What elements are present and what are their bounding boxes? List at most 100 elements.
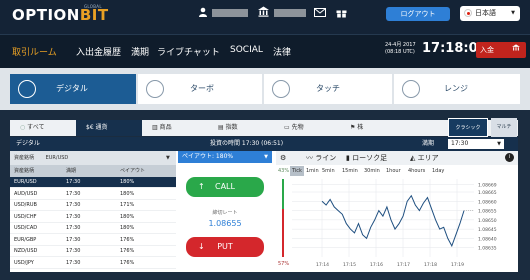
- asset-row-payout: 171%: [120, 202, 135, 208]
- chevron-down-icon: ▼: [511, 10, 515, 16]
- bank-icon[interactable]: [258, 6, 269, 20]
- asset-row-expiry: 17:30: [66, 236, 81, 243]
- nav-item-legal[interactable]: 法律: [273, 45, 291, 58]
- nav-item-social[interactable]: SOCIAL: [230, 45, 263, 55]
- brand-logo[interactable]: OPTIONBIT GLOBAL: [12, 4, 109, 24]
- asset-row-asset: USD/CAD: [14, 225, 38, 231]
- multi-view-button[interactable]: マルチ: [491, 118, 517, 137]
- asset-row[interactable]: USD/CAD 17:30 180%: [10, 223, 176, 234]
- asset-row-payout: 180%: [120, 225, 135, 231]
- mail-icon[interactable]: [314, 8, 326, 19]
- rate-label: 締切レート: [212, 210, 238, 216]
- turbo-icon: [146, 80, 164, 98]
- interval-tick[interactable]: Tick: [290, 166, 304, 176]
- logout-button[interactable]: ログアウト: [386, 7, 450, 21]
- tab-indices[interactable]: ▤ 指数: [208, 120, 274, 136]
- language-select[interactable]: 日本語 ▼: [460, 6, 520, 21]
- rate-value: 1.08655: [208, 219, 242, 228]
- tab-futures[interactable]: ▭ 先物: [274, 120, 340, 136]
- asset-row-expiry: 17:30: [66, 225, 81, 231]
- info-icon[interactable]: i: [505, 153, 514, 162]
- interval-4hours[interactable]: 4hours: [408, 166, 425, 176]
- tab-range[interactable]: レンジ: [394, 74, 520, 104]
- chevron-down-icon: ▼: [497, 141, 501, 147]
- call-sentiment-bar: [282, 179, 284, 209]
- tab-commodities[interactable]: ▥ 商品: [142, 120, 208, 136]
- chart-toolbar: ⚙ 〰 ライン ▮ ローソク足 ◭ エリア i: [276, 151, 518, 165]
- classic-view-button[interactable]: クラシック: [448, 118, 488, 137]
- tab-touch[interactable]: タッチ: [264, 74, 392, 104]
- japan-flag-icon: [464, 9, 472, 17]
- y-tick-label: 1.08665: [478, 190, 497, 196]
- settings-icon[interactable]: ⚙: [280, 151, 286, 165]
- username-field: [212, 9, 248, 17]
- y-tick-label: 1.08645: [478, 227, 497, 233]
- futures-icon: ▭: [284, 124, 292, 131]
- asset-row[interactable]: EUR/GBP 17:30 176%: [10, 235, 176, 246]
- arrow-down-icon: ↓: [198, 242, 205, 251]
- tab-turbo[interactable]: ターボ: [138, 74, 262, 104]
- asset-row[interactable]: USD/CHF 17:30 180%: [10, 212, 176, 223]
- asset-row-asset: USD/CHF: [14, 213, 37, 220]
- touch-icon: [272, 80, 290, 98]
- call-button[interactable]: ↑ CALL: [186, 177, 264, 197]
- put-button[interactable]: ↓ PUT: [186, 237, 264, 257]
- line-chart-button[interactable]: 〰 ライン: [306, 151, 336, 165]
- gift-icon[interactable]: [336, 7, 347, 20]
- user-icon[interactable]: [198, 7, 208, 20]
- language-label: 日本語: [475, 9, 496, 17]
- asset-row[interactable]: EUR/USD 17:30 180%: [10, 177, 176, 188]
- nav-item-history[interactable]: 入出金履歴: [76, 45, 121, 58]
- put-sentiment-bar: [282, 209, 284, 257]
- trading-panel: デジタル 投資の時間 17:30 (06:51) 満期 17:30 ▼ 資産銘柄…: [10, 137, 518, 272]
- asset-filter[interactable]: 資産銘柄 EUR/USD ▼: [10, 151, 176, 165]
- investment-time: 投資の時間 17:30 (06:51): [210, 140, 284, 147]
- area-chart-button[interactable]: ◭ エリア: [410, 151, 439, 165]
- deposit-label: 入金: [480, 46, 494, 54]
- nav-item-expiry[interactable]: 満期: [131, 45, 149, 58]
- commodities-icon: ▥: [152, 124, 160, 131]
- tab-currency[interactable]: $€ 通貨: [76, 120, 142, 136]
- asset-row-expiry: 17:30: [66, 202, 81, 208]
- tab-digital[interactable]: デジタル: [10, 74, 136, 104]
- asset-table-header: 資産銘柄 満期 ペイアウト: [10, 165, 176, 177]
- indices-icon: ▤: [218, 124, 226, 131]
- arrow-up-icon: ↑: [198, 182, 205, 191]
- y-tick-label: 1.08650: [478, 218, 497, 224]
- asset-row-expiry: 17:30: [66, 190, 81, 197]
- interval-15min[interactable]: 15min: [342, 166, 358, 176]
- area-chart-icon: ◭: [410, 154, 416, 162]
- y-tick-label: 1.08640: [478, 236, 497, 242]
- asset-row-asset: EUR/GBP: [14, 236, 37, 243]
- nav-item-live-chat[interactable]: ライブチャット: [157, 45, 220, 58]
- asset-row-asset: USD/RUB: [14, 202, 37, 208]
- interval-1min[interactable]: 1min: [306, 166, 319, 176]
- interval-1day[interactable]: 1day: [432, 166, 444, 176]
- y-tick-label: 1.08660: [478, 199, 497, 205]
- brand-name-part1: OPTION: [12, 6, 80, 24]
- interval-1hour[interactable]: 1hour: [386, 166, 401, 176]
- currency-icon: $€: [86, 124, 96, 131]
- panel-title: デジタル: [16, 140, 40, 147]
- payout-select[interactable]: ペイアウト: 180% ▼: [178, 151, 272, 163]
- asset-row-payout: 180%: [120, 190, 135, 197]
- deposit-button[interactable]: 入金: [476, 42, 526, 58]
- top-bar: OPTIONBIT GLOBAL ログアウト 日本語 ▼: [0, 0, 530, 34]
- server-date: 24-4月 2017 (08:18 UTC): [385, 42, 416, 55]
- candle-chart-button[interactable]: ▮ ローソク足: [346, 151, 387, 165]
- tab-all[interactable]: ○ すべて: [10, 120, 76, 136]
- candle-icon: ▮: [346, 154, 350, 162]
- mode-tabs: デジタル ターボ タッチ レンジ: [0, 68, 530, 110]
- interval-30min[interactable]: 30min: [364, 166, 380, 176]
- asset-row[interactable]: NZD/USD 17:30 176%: [10, 246, 176, 257]
- expiry-select[interactable]: 17:30 ▼: [448, 139, 504, 149]
- balance-field: [274, 9, 306, 17]
- main-nav: 取引ルーム 入出金履歴 満期 ライブチャット SOCIAL 法律 24-4月 2…: [0, 34, 530, 68]
- digital-icon: [18, 80, 36, 98]
- asset-row[interactable]: USD/JPY 17:30 176%: [10, 258, 176, 269]
- interval-5min[interactable]: 5min: [322, 166, 335, 176]
- asset-row[interactable]: USD/RUB 17:30 171%: [10, 200, 176, 211]
- nav-item-trading-room[interactable]: 取引ルーム: [12, 45, 57, 58]
- tab-stocks[interactable]: ⚑ 株: [340, 120, 406, 136]
- asset-row[interactable]: AUD/USD 17:30 180%: [10, 189, 176, 200]
